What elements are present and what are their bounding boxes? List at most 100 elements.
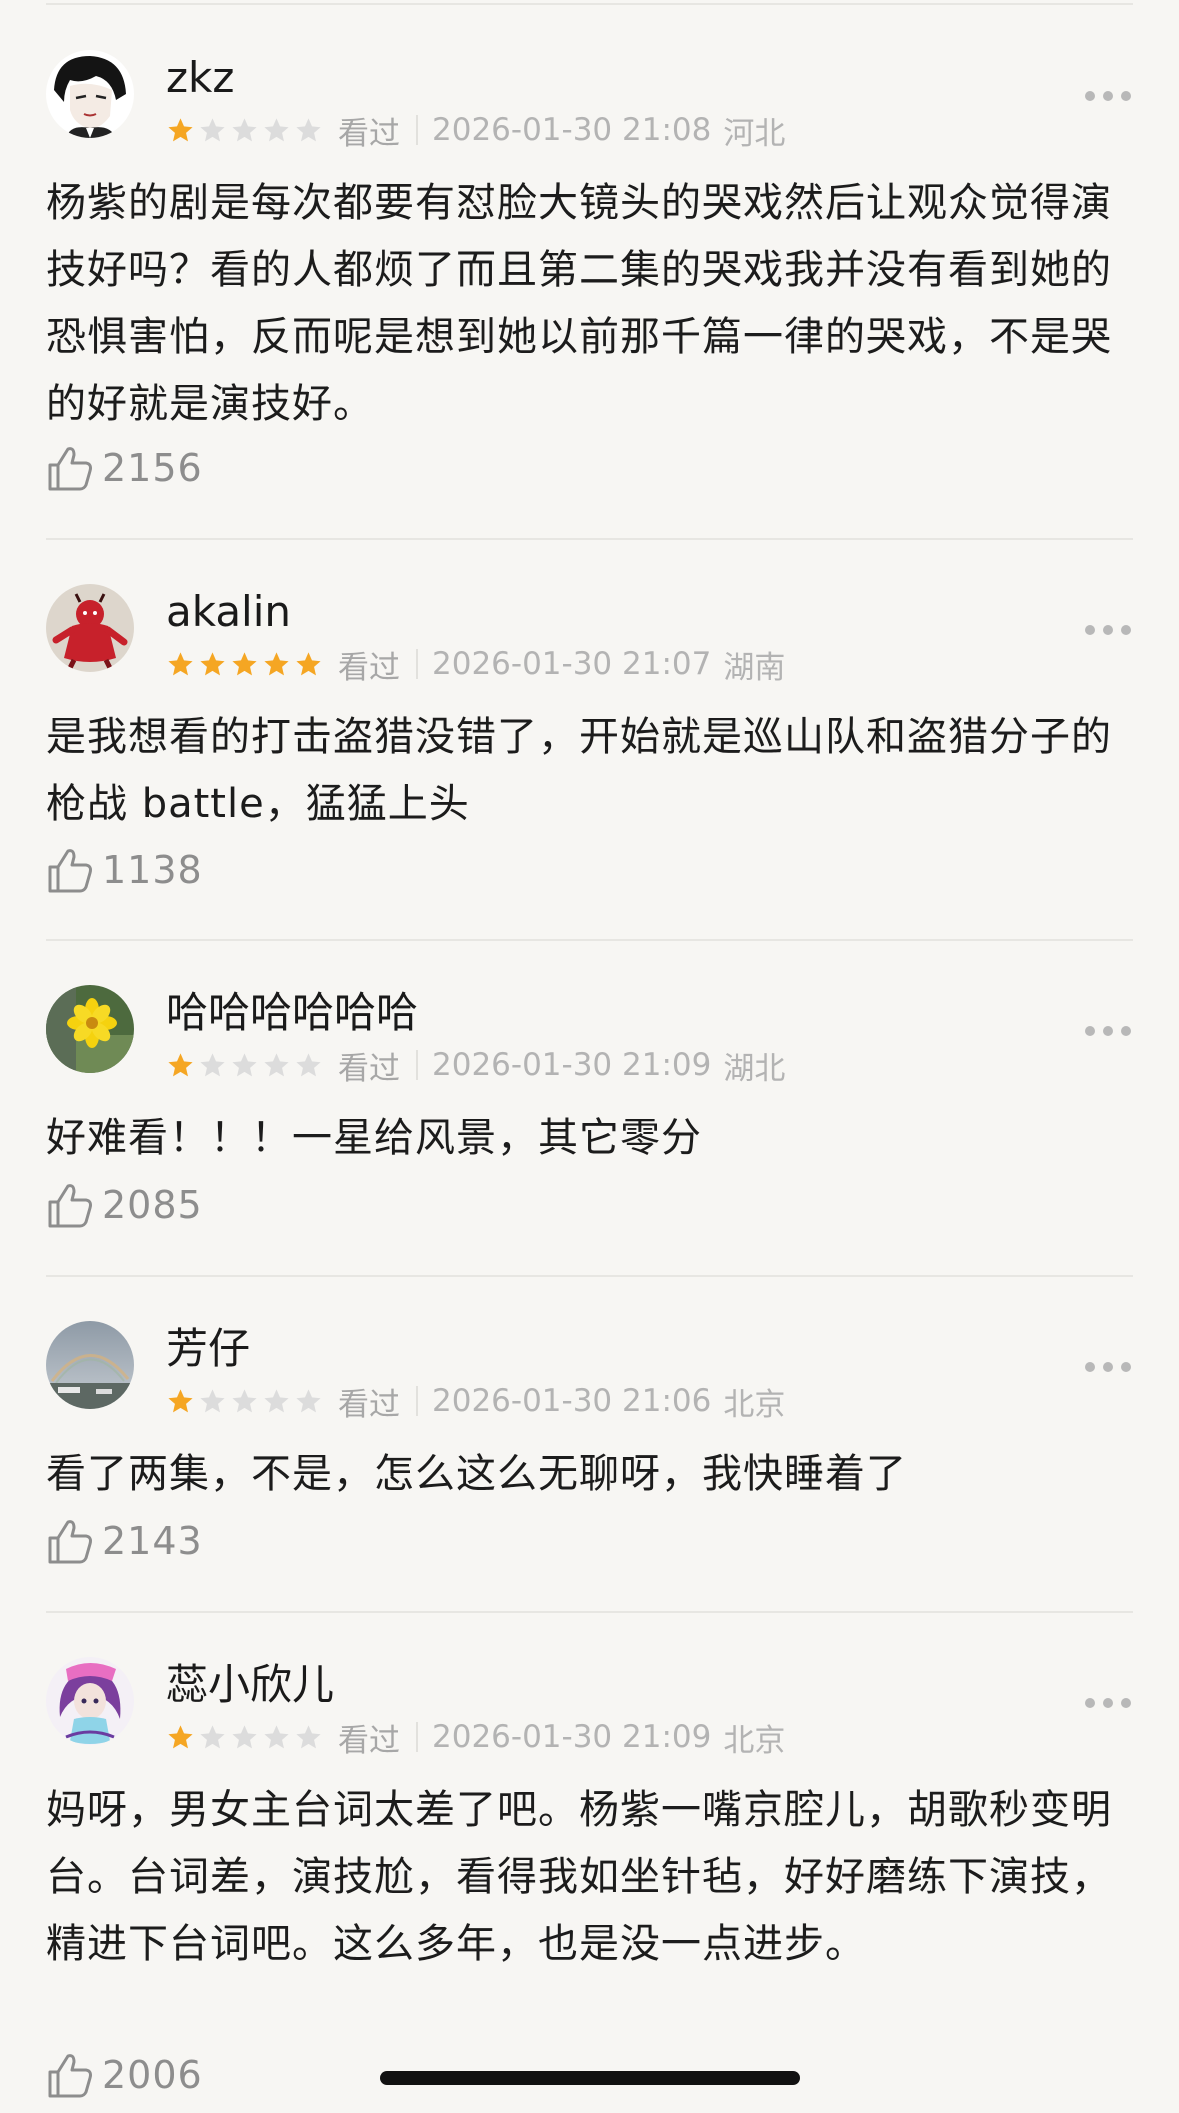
review-meta: 看过 2026-01-30 21:07 湖南 (166, 644, 785, 686)
star-icon (294, 1723, 323, 1752)
star-icon (166, 1051, 195, 1080)
like-count: 2143 (102, 1519, 203, 1563)
watch-status: 看过 (338, 1386, 400, 1423)
more-dot-icon (1085, 91, 1095, 101)
rainbow-sky-avatar-icon (46, 1321, 134, 1409)
more-dot-icon (1121, 1362, 1131, 1372)
review-card: akalin 看过 2026-01-30 21:07 湖南 是我想看的打击盗猎没… (0, 584, 1179, 934)
star-icon (198, 650, 227, 679)
more-options-button[interactable] (1085, 1011, 1131, 1051)
review-content: 好难看！！！一星给风景，其它零分 (46, 1115, 702, 1161)
star-icon (262, 1723, 291, 1752)
star-icon (294, 1051, 323, 1080)
username[interactable]: 哈哈哈哈哈哈 (166, 987, 418, 1039)
star-icon (198, 1387, 227, 1416)
thumbs-up-icon (48, 2054, 92, 2098)
meta-separator (416, 649, 418, 679)
like-button[interactable]: 1138 (46, 842, 203, 898)
top-divider (46, 3, 1133, 5)
star-icon (230, 650, 259, 679)
more-dot-icon (1085, 1698, 1095, 1708)
yellow-flower-avatar-icon (46, 985, 134, 1073)
star-icon (166, 1723, 195, 1752)
star-rating (166, 1387, 323, 1416)
star-icon (166, 116, 195, 145)
star-icon (166, 650, 195, 679)
star-icon (230, 116, 259, 145)
review-card: 哈哈哈哈哈哈 看过 2026-01-30 21:09 湖北 好难看！！！一星给风… (0, 985, 1179, 1275)
more-dot-icon (1121, 91, 1131, 101)
review-datetime: 2026-01-30 21:07 (432, 646, 712, 682)
thumbs-up-icon (48, 849, 92, 893)
user-avatar[interactable] (46, 985, 134, 1073)
username[interactable]: zkz (166, 52, 234, 104)
user-avatar[interactable] (46, 1321, 134, 1409)
star-icon (230, 1723, 259, 1752)
review-location: 湖北 (723, 1050, 786, 1087)
watch-status: 看过 (338, 1050, 400, 1087)
more-dot-icon (1121, 1026, 1131, 1036)
username[interactable]: akalin (166, 586, 291, 638)
more-options-button[interactable] (1085, 1347, 1131, 1387)
star-icon (294, 650, 323, 679)
star-icon (262, 1051, 291, 1080)
more-options-button[interactable] (1085, 76, 1131, 116)
star-icon (166, 1387, 195, 1416)
review-divider (46, 538, 1133, 540)
review-divider (46, 1611, 1133, 1613)
user-avatar[interactable] (46, 584, 134, 672)
anime-boy-avatar-icon (46, 50, 134, 138)
illustrated-girl-avatar-icon (46, 1657, 134, 1745)
star-rating (166, 650, 323, 679)
more-options-button[interactable] (1085, 1683, 1131, 1723)
username[interactable]: 芳仔 (166, 1323, 250, 1375)
meta-separator (416, 1050, 418, 1080)
more-dot-icon (1085, 1026, 1095, 1036)
username[interactable]: 蕊小欣儿 (166, 1659, 334, 1711)
star-icon (294, 1387, 323, 1416)
star-icon (262, 116, 291, 145)
star-rating (166, 1051, 323, 1080)
more-dot-icon (1103, 1698, 1113, 1708)
user-avatar[interactable] (46, 50, 134, 138)
user-avatar[interactable] (46, 1657, 134, 1745)
review-meta: 看过 2026-01-30 21:09 北京 (166, 1717, 785, 1759)
like-button[interactable]: 2085 (46, 1177, 203, 1233)
like-button[interactable]: 2006 (46, 2047, 203, 2103)
review-datetime: 2026-01-30 21:08 (432, 112, 712, 148)
more-dot-icon (1103, 91, 1113, 101)
watch-status: 看过 (338, 115, 400, 152)
review-meta: 看过 2026-01-30 21:06 北京 (166, 1381, 785, 1423)
review-content: 看了两集，不是，怎么这么无聊呀，我快睡着了 (46, 1451, 907, 1497)
watch-status: 看过 (338, 649, 400, 686)
meta-separator (416, 115, 418, 145)
review-meta: 看过 2026-01-30 21:08 河北 (166, 110, 786, 152)
home-indicator[interactable] (380, 2071, 800, 2085)
review-card: zkz 看过 2026-01-30 21:08 河北 杨紫的剧是每次都要有怼脸大… (0, 50, 1179, 530)
star-icon (198, 1051, 227, 1080)
more-options-button[interactable] (1085, 610, 1131, 650)
more-dot-icon (1103, 625, 1113, 635)
star-icon (198, 1723, 227, 1752)
review-datetime: 2026-01-30 21:09 (432, 1047, 712, 1083)
review-card: 蕊小欣儿 看过 2026-01-30 21:09 北京 妈呀，男女主台词太差了吧… (0, 1657, 1179, 2113)
review-card: 芳仔 看过 2026-01-30 21:06 北京 看了两集，不是，怎么这么无聊… (0, 1321, 1179, 1611)
review-content: 妈呀，男女主台词太差了吧。杨紫一嘴京腔儿，胡歌秒变明台。台词差，演技尬，看得我如… (46, 1787, 1112, 1967)
more-dot-icon (1103, 1026, 1113, 1036)
review-location: 河北 (723, 115, 786, 152)
thumbs-up-icon (48, 447, 92, 491)
like-button[interactable]: 2143 (46, 1513, 203, 1569)
review-meta: 看过 2026-01-30 21:09 湖北 (166, 1045, 786, 1087)
more-dot-icon (1103, 1362, 1113, 1372)
review-divider (46, 1275, 1133, 1277)
like-count: 2085 (102, 1183, 203, 1227)
star-rating (166, 1723, 323, 1752)
like-button[interactable]: 2156 (46, 440, 203, 496)
meta-separator (416, 1722, 418, 1752)
review-content: 是我想看的打击盗猎没错了，开始就是巡山队和盗猎分子的枪战 battle，猛猛上头 (46, 714, 1112, 827)
star-icon (230, 1387, 259, 1416)
more-dot-icon (1085, 1362, 1095, 1372)
star-icon (294, 116, 323, 145)
watch-status: 看过 (338, 1722, 400, 1759)
review-divider (46, 939, 1133, 941)
